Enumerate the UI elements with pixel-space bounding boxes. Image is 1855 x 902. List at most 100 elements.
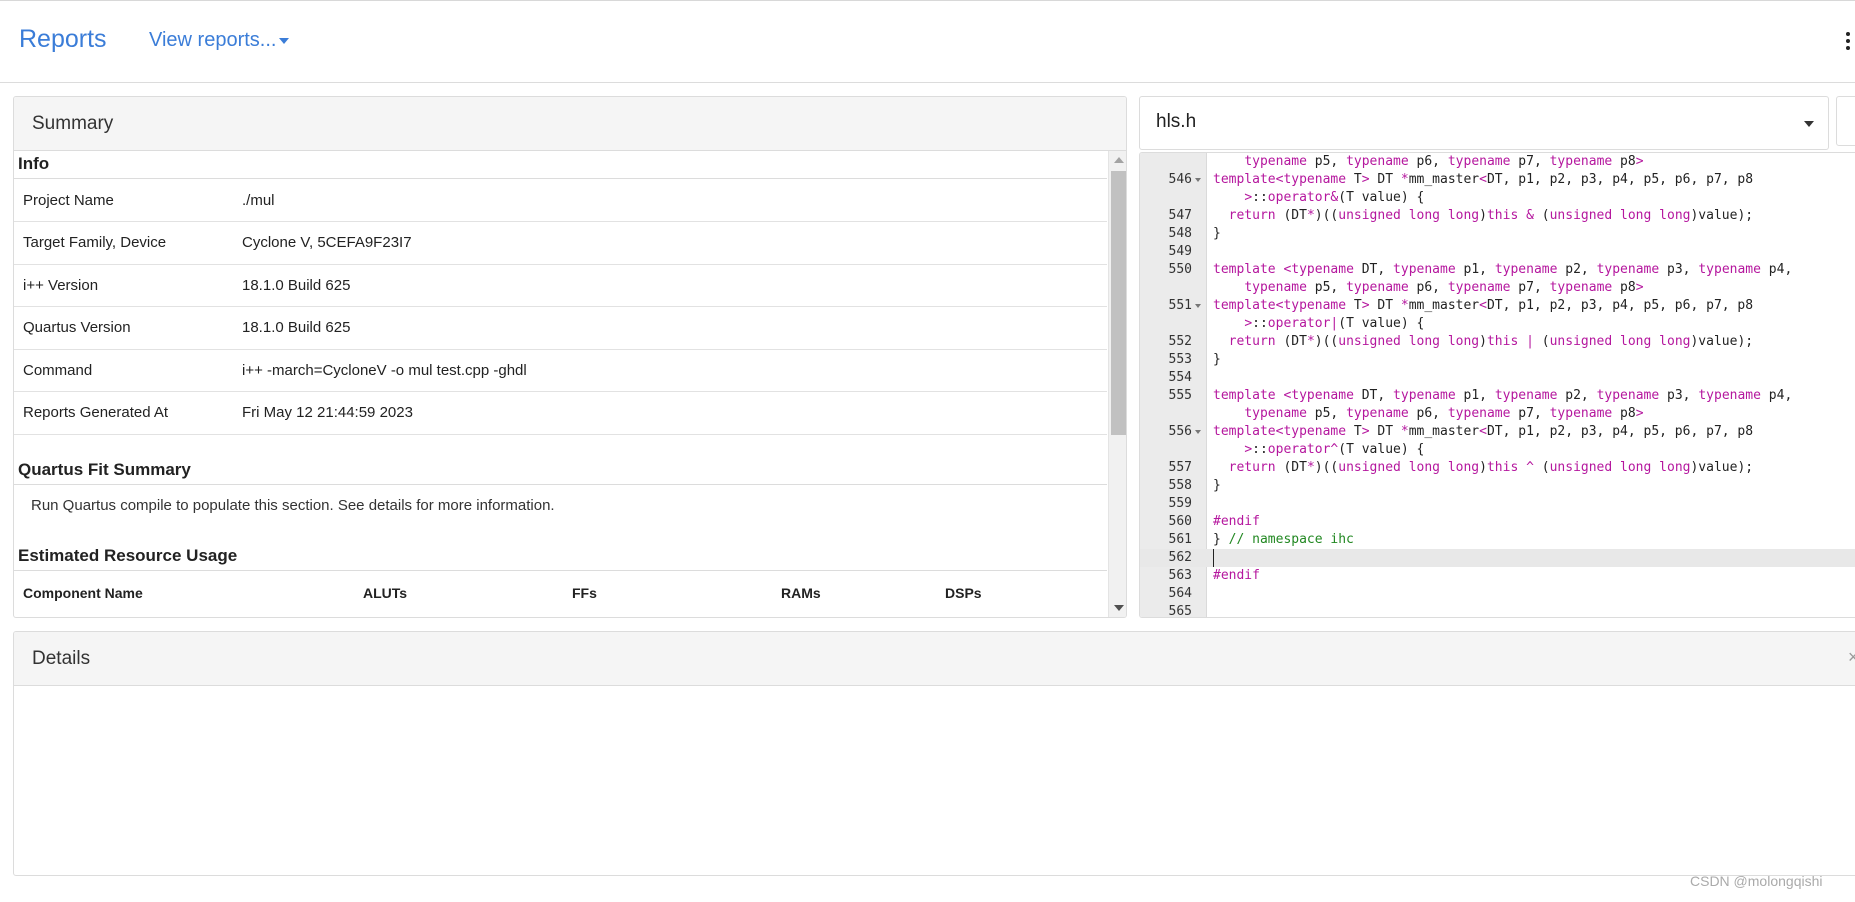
code-line[interactable]: 546 template<typename T> DT *mm_master<DT… bbox=[1140, 171, 1855, 189]
details-header: Details bbox=[14, 632, 1855, 686]
code-token: T bbox=[1346, 172, 1362, 187]
line-number: 551 bbox=[1168, 298, 1192, 313]
code-line[interactable]: 556 template<typename T> DT *mm_master<DT… bbox=[1140, 423, 1855, 441]
code-token: template bbox=[1213, 262, 1276, 277]
code-token: p8 bbox=[1612, 280, 1636, 295]
code-token: p6, bbox=[1408, 280, 1448, 295]
code-line[interactable]: 554 bbox=[1140, 369, 1855, 387]
code-token: (T value) { bbox=[1338, 442, 1425, 457]
view-reports-dropdown[interactable]: View reports... bbox=[149, 29, 290, 52]
chevron-down-icon bbox=[1804, 121, 1814, 127]
code-token: DT, bbox=[1353, 262, 1394, 277]
fold-chevron-icon[interactable] bbox=[1195, 304, 1201, 308]
code-line[interactable]: >::operator^(T value) { bbox=[1140, 441, 1855, 459]
code-line[interactable]: typename p5, typename p6, typename p7, t… bbox=[1140, 153, 1855, 171]
code-token: DT bbox=[1369, 298, 1401, 313]
code-line[interactable]: 558} bbox=[1140, 477, 1855, 495]
summary-scrollbar[interactable] bbox=[1108, 151, 1126, 617]
code-token: typename bbox=[1596, 262, 1660, 277]
code-line[interactable]: 562 bbox=[1140, 549, 1855, 567]
line-number: 558 bbox=[1168, 478, 1192, 493]
code-text: template<typename T> DT *mm_master<DT, p… bbox=[1213, 297, 1753, 315]
code-line[interactable]: typename p5, typename p6, typename p7, t… bbox=[1140, 279, 1855, 297]
code-token: unsigned long long bbox=[1549, 460, 1691, 475]
code-token: template<typename bbox=[1213, 172, 1347, 187]
code-text: template<typename T> DT *mm_master<DT, p… bbox=[1213, 423, 1753, 441]
code-token: p2, bbox=[1557, 388, 1597, 403]
code-lines: typename p5, typename p6, typename p7, t… bbox=[1140, 153, 1855, 617]
code-line[interactable]: 565 bbox=[1140, 603, 1855, 617]
code-token: (T value) { bbox=[1338, 190, 1425, 205]
resource-column-header[interactable]: FFs bbox=[563, 571, 772, 601]
code-line[interactable]: 564 bbox=[1140, 585, 1855, 603]
code-line[interactable]: 561} // namespace ihc bbox=[1140, 531, 1855, 549]
code-token: typename bbox=[1698, 388, 1761, 403]
code-editor[interactable]: typename p5, typename p6, typename p7, t… bbox=[1139, 152, 1855, 618]
resource-column-header[interactable]: Component Name bbox=[14, 571, 354, 601]
code-token: mm_master bbox=[1408, 298, 1480, 313]
code-token: DT, p1, p2, p3, p4, p5, p6, p7, p8 bbox=[1486, 298, 1754, 313]
code-token: * bbox=[1400, 172, 1409, 187]
resource-column-header[interactable]: RAMs bbox=[772, 571, 936, 601]
resource-column-header[interactable]: DSPs bbox=[936, 571, 1107, 601]
code-token: * bbox=[1400, 424, 1409, 439]
code-line[interactable]: 549 bbox=[1140, 243, 1855, 261]
code-line[interactable]: 552 return (DT*)((unsigned long long)thi… bbox=[1140, 333, 1855, 351]
code-line[interactable]: 551 template<typename T> DT *mm_master<DT… bbox=[1140, 297, 1855, 315]
reports-brand[interactable]: Reports bbox=[19, 25, 107, 54]
code-token: DT bbox=[1369, 424, 1401, 439]
code-token: return bbox=[1228, 460, 1276, 475]
side-toggle-button[interactable] bbox=[1836, 96, 1855, 146]
info-key: Reports Generated At bbox=[14, 391, 233, 435]
info-key: Project Name bbox=[14, 179, 233, 222]
code-token: DT, bbox=[1353, 388, 1394, 403]
file-select[interactable]: hls.h bbox=[1139, 96, 1829, 150]
code-token: #endif bbox=[1213, 568, 1260, 583]
close-icon[interactable]: × bbox=[1848, 647, 1855, 668]
code-token: :: bbox=[1252, 316, 1268, 331]
code-token: unsigned long long bbox=[1549, 334, 1691, 349]
fold-chevron-icon[interactable] bbox=[1195, 430, 1201, 434]
code-text: } bbox=[1213, 477, 1221, 495]
info-value: 18.1.0 Build 625 bbox=[233, 264, 1107, 307]
code-text: typename p5, typename p6, typename p7, t… bbox=[1213, 279, 1643, 297]
code-token: typename bbox=[1393, 388, 1456, 403]
code-text: return (DT*)((unsigned long long)this ^ … bbox=[1213, 459, 1753, 477]
summary-content: Info Project Name ./mul Target Family, Dev… bbox=[14, 151, 1107, 617]
code-line[interactable]: 550 template <typename DT, typename p1, t… bbox=[1140, 261, 1855, 279]
scroll-up-icon[interactable] bbox=[1114, 157, 1124, 163]
code-line[interactable]: >::operator|(T value) { bbox=[1140, 315, 1855, 333]
scrollbar-thumb[interactable] bbox=[1111, 171, 1126, 435]
code-token: template<typename bbox=[1213, 424, 1347, 439]
code-line[interactable]: 548} bbox=[1140, 225, 1855, 243]
code-line[interactable]: 555 template <typename DT, typename p1, t… bbox=[1140, 387, 1855, 405]
code-line[interactable]: 560 #endif bbox=[1140, 513, 1855, 531]
code-token: )(( bbox=[1314, 208, 1339, 223]
resource-column-header[interactable]: ALUTs bbox=[354, 571, 563, 601]
scroll-down-icon[interactable] bbox=[1114, 605, 1124, 611]
code-token: :: bbox=[1252, 190, 1268, 205]
code-line[interactable]: >::operator&(T value) { bbox=[1140, 189, 1855, 207]
code-line[interactable]: 547 return (DT*)((unsigned long long)thi… bbox=[1140, 207, 1855, 225]
resource-usage-title: Estimated Resource Usage bbox=[14, 543, 1107, 571]
code-token: unsigned long long bbox=[1338, 334, 1480, 349]
code-token: typename bbox=[1346, 154, 1409, 169]
code-token: unsigned long long bbox=[1549, 208, 1691, 223]
code-text: template <typename DT, typename p1, type… bbox=[1213, 387, 1792, 405]
code-token: typename bbox=[1346, 406, 1409, 421]
code-token: (DT bbox=[1275, 334, 1307, 349]
code-line[interactable]: 563 #endif bbox=[1140, 567, 1855, 585]
code-line[interactable]: 557 return (DT*)((unsigned long long)thi… bbox=[1140, 459, 1855, 477]
code-token: T bbox=[1346, 424, 1362, 439]
more-menu-icon[interactable] bbox=[1846, 29, 1852, 53]
code-token: T bbox=[1346, 298, 1362, 313]
line-number: 553 bbox=[1168, 352, 1192, 367]
code-line[interactable]: typename p5, typename p6, typename p7, t… bbox=[1140, 405, 1855, 423]
code-line[interactable]: 559 bbox=[1140, 495, 1855, 513]
code-token: )value); bbox=[1690, 334, 1754, 349]
fold-chevron-icon[interactable] bbox=[1195, 178, 1201, 182]
code-token: #endif bbox=[1213, 514, 1260, 529]
code-line[interactable]: 553} bbox=[1140, 351, 1855, 369]
